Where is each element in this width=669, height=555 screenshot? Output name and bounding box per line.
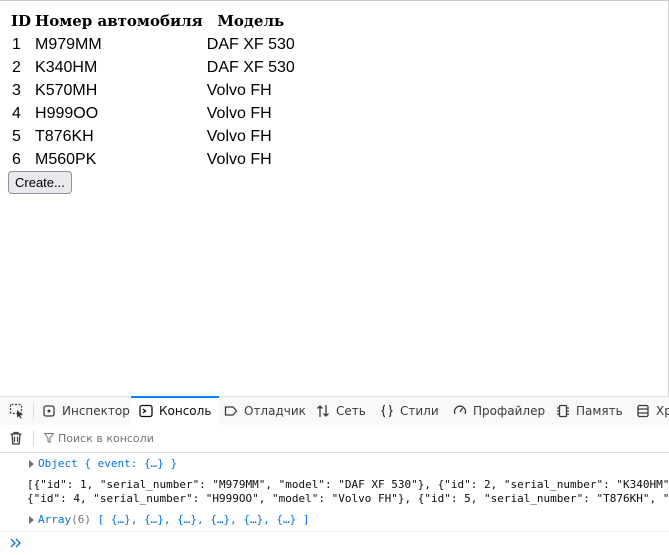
vehicles-table: ID Номер автомобиля Модель 1 M979MM DAF … [8,9,298,172]
create-button[interactable]: Create... [8,171,72,194]
filter-separator [33,430,34,446]
clear-console-icon[interactable] [8,430,24,446]
cell-model: Volvo FH [206,105,272,122]
cell-model: DAF XF 530 [206,36,295,53]
profiler-icon [453,405,467,415]
element-picker-icon[interactable] [6,397,28,425]
cell-id: 2 [12,59,21,76]
cell-id: 3 [12,82,21,99]
console-output: Object { event: {…} } [{"id": 1, "serial… [0,453,669,531]
tab-label: Инспектор [62,404,130,418]
debugger-icon [224,406,238,416]
tab-console[interactable]: Консоль [131,396,220,425]
tab-network[interactable]: Сеть [316,397,366,425]
header-id: ID [11,12,32,30]
cell-plate-number: T876KH [35,128,94,145]
filter-icon [44,433,54,443]
table-row: 5 T876KH Volvo FH [10,126,296,147]
array-type: Array [38,513,72,526]
json-line: [{"id": 1, "serial_number": "M979MM", "m… [27,478,669,491]
network-icon [317,405,329,417]
devtools-toolbar: Инспектор Консоль Отладчик Сеть Стили Пр… [0,396,669,426]
tab-label: Консоль [159,404,212,418]
object-type: Object [38,457,78,470]
console-message-object[interactable]: Object { event: {…} } [0,457,669,471]
cell-model: Volvo FH [206,128,272,145]
cell-id: 4 [12,105,21,122]
expand-arrow-icon[interactable] [29,516,34,524]
tab-inspector[interactable]: Инспектор [42,397,138,425]
cell-id: 1 [12,36,21,53]
devtools-panel: Инспектор Консоль Отладчик Сеть Стили Пр… [0,396,669,555]
console-filter-bar [0,425,669,453]
cell-model: Volvo FH [206,82,272,99]
style-editor-icon [381,404,393,418]
cell-plate-number: K340HM [35,59,98,76]
cell-model: Volvo FH [206,151,272,168]
tab-label: Хр [656,404,669,418]
object-preview: { event: {…} } [84,457,178,470]
tab-label: Профайлер [473,404,546,418]
inspector-icon [43,405,55,417]
console-message-array[interactable]: Array(6) [ {…}, {…}, {…}, {…}, {…}, {…} … [0,513,669,527]
header-plate-number: Номер автомобиля [35,12,203,30]
tab-style-editor[interactable]: Стили [380,397,439,425]
array-count: (6) [71,513,91,526]
console-filter-input[interactable] [56,429,460,447]
tab-label: Отладчик [244,404,306,418]
table-header-row: ID Номер автомобиля Модель [10,11,296,32]
table-row: 6 M560PK Volvo FH [10,149,296,170]
tab-profiler[interactable]: Профайлер [453,397,545,425]
cell-id: 5 [12,128,21,145]
memory-icon [557,404,569,418]
cell-model: DAF XF 530 [206,59,295,76]
storage-icon [637,404,649,418]
toolbar-separator [33,403,34,419]
tab-label: Сеть [336,404,366,418]
page-top-border [0,0,669,1]
json-line: {"id": 4, "serial_number": "H999OO", "mo… [27,492,669,505]
table-row: 2 K340HM DAF XF 530 [10,57,296,78]
expand-arrow-icon[interactable] [29,460,34,468]
table-row: 3 K570MH Volvo FH [10,80,296,101]
cell-plate-number: K570MH [35,82,98,99]
cell-plate-number: H999OO [35,105,99,122]
console-message-json: [{"id": 1, "serial_number": "M979MM", "m… [0,478,669,506]
table-row: 4 H999OO Volvo FH [10,103,296,124]
tab-label: Память [576,404,623,418]
tab-label: Стили [400,404,439,418]
header-model: Модель [217,12,285,30]
cell-id: 6 [12,151,21,168]
tab-storage[interactable]: Хр [636,397,669,425]
tab-memory[interactable]: Память [556,397,623,425]
cell-plate-number: M560PK [35,151,97,168]
console-icon [139,404,153,418]
tab-debugger[interactable]: Отладчик [224,397,306,425]
chevron-right-double-icon [10,538,21,548]
array-preview: [ {…}, {…}, {…}, {…}, {…}, {…} ] [97,513,310,526]
console-input-row[interactable] [0,531,669,555]
table-row: 1 M979MM DAF XF 530 [10,34,296,55]
cell-plate-number: M979MM [35,36,102,53]
